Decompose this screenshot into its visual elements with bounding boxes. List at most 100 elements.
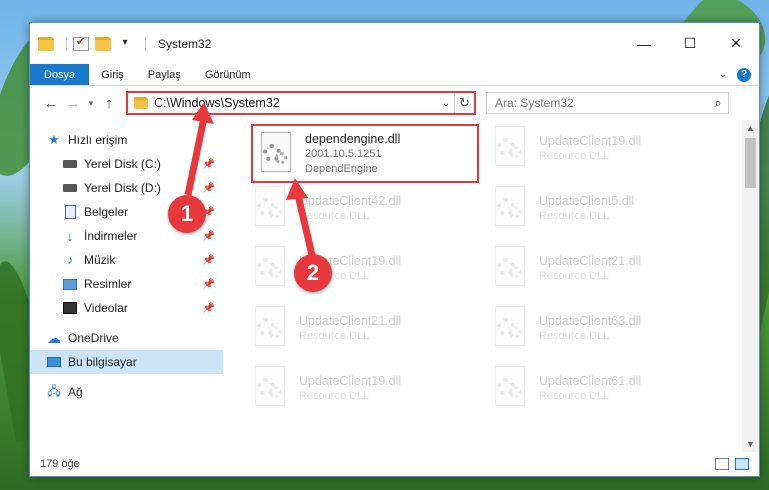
back-button[interactable]: ← bbox=[40, 95, 62, 112]
dll-file-icon bbox=[251, 246, 289, 290]
expand-ribbon-icon[interactable]: ⌄ bbox=[719, 69, 727, 80]
sidebar-item-quick-access[interactable]: ★ Hızlı erişim bbox=[30, 128, 223, 152]
search-input[interactable]: Ara: System32 ⌕ bbox=[486, 92, 729, 114]
title-bar: ▾ System32 — ☐ ✕ bbox=[30, 23, 759, 64]
folder-icon bbox=[38, 36, 54, 51]
file-item[interactable]: UpdateClient19.dll Resource DLL bbox=[251, 240, 491, 296]
file-type: Resource DLL bbox=[299, 389, 370, 402]
scroll-thumb[interactable] bbox=[745, 138, 756, 188]
file-type: Resource DLL bbox=[299, 329, 370, 342]
sidebar-item-network[interactable]: 🖧 Ağ bbox=[30, 380, 223, 404]
computer-icon bbox=[46, 355, 62, 369]
sidebar-item-label: Yerel Disk (C:) bbox=[84, 157, 161, 171]
file-name: UpdateClient61.dll bbox=[539, 373, 642, 388]
address-dropdown-icon[interactable]: ⌄ bbox=[438, 98, 454, 109]
file-type: Resource DLL bbox=[539, 389, 610, 402]
file-name: UpdateClient5.dll bbox=[539, 193, 635, 208]
window-controls: — ☐ ✕ bbox=[621, 23, 759, 64]
file-item-dependengine[interactable]: dependengine.dll 2001.10.5.1251 DependEn… bbox=[251, 124, 479, 183]
sidebar-item-label: Müzik bbox=[84, 253, 116, 267]
address-bar[interactable]: C:\Windows\System32 ⌄ ↻ bbox=[126, 91, 476, 115]
pin-icon: 📌 bbox=[202, 254, 215, 266]
navigation-row: ← → ▾ ↑ C:\Windows\System32 ⌄ ↻ Ara: Sys… bbox=[30, 86, 759, 120]
dll-file-icon bbox=[491, 186, 529, 230]
search-icon[interactable]: ⌕ bbox=[708, 95, 728, 111]
file-description: DependEngine bbox=[305, 162, 378, 175]
recent-locations-icon[interactable]: ▾ bbox=[84, 98, 98, 109]
up-button[interactable]: ↑ bbox=[98, 95, 120, 112]
file-type: Resource DLL bbox=[299, 209, 370, 222]
sidebar-item-label: Resimler bbox=[84, 277, 132, 291]
tab-view[interactable]: Görünüm bbox=[193, 64, 263, 85]
file-item[interactable]: UpdateClient42.dll Resource DLL bbox=[251, 180, 491, 236]
file-type: Resource DLL bbox=[539, 209, 610, 222]
help-icon[interactable]: ? bbox=[737, 67, 751, 82]
new-folder-icon[interactable] bbox=[95, 36, 111, 51]
divider bbox=[145, 36, 146, 51]
file-item[interactable]: UpdateClient19.dll Resource DLL bbox=[491, 120, 731, 176]
dll-file-icon bbox=[491, 366, 529, 410]
sidebar-item-music[interactable]: ♪ Müzik 📌 bbox=[30, 248, 223, 272]
explorer-window: ▾ System32 — ☐ ✕ Dosya Giriş Paylaş Görü… bbox=[29, 22, 760, 477]
file-type: Resource DLL bbox=[539, 149, 610, 162]
file-version: 2001.10.5.1251 bbox=[305, 147, 382, 160]
disk-icon bbox=[62, 181, 78, 195]
address-path[interactable]: C:\Windows\System32 bbox=[154, 96, 438, 110]
file-name: UpdateClient21.dll bbox=[299, 313, 402, 328]
forward-button[interactable]: → bbox=[62, 95, 84, 112]
sidebar-item-disk-c[interactable]: Yerel Disk (C:) 📌 bbox=[30, 152, 223, 176]
tab-file[interactable]: Dosya bbox=[30, 64, 90, 85]
close-button[interactable]: ✕ bbox=[713, 23, 759, 64]
tab-share[interactable]: Paylaş bbox=[136, 64, 193, 85]
minimize-button[interactable]: — bbox=[621, 23, 667, 64]
file-item[interactable]: UpdateClient63.dll Resource DLL bbox=[491, 300, 731, 356]
pin-icon: 📌 bbox=[202, 278, 215, 290]
step-callout-1: 1 bbox=[168, 195, 206, 233]
dll-file-icon bbox=[251, 306, 289, 350]
dll-file-icon bbox=[491, 246, 529, 290]
tab-home[interactable]: Giriş bbox=[89, 64, 136, 85]
vertical-scrollbar[interactable]: ▲ ▼ bbox=[742, 120, 759, 452]
pin-icon: 📌 bbox=[202, 302, 215, 314]
videos-icon bbox=[62, 301, 78, 315]
file-name: UpdateClient42.dll bbox=[299, 193, 402, 208]
pin-icon: 📌 bbox=[202, 182, 215, 194]
music-icon: ♪ bbox=[67, 253, 73, 267]
sidebar-item-label: Belgeler bbox=[84, 205, 129, 219]
network-icon: 🖧 bbox=[47, 383, 61, 398]
sidebar-item-onedrive[interactable]: ☁ OneDrive bbox=[30, 326, 223, 350]
details-view-icon[interactable] bbox=[715, 458, 729, 470]
sidebar-item-videos[interactable]: Videolar 📌 bbox=[30, 296, 223, 320]
divider bbox=[66, 36, 67, 51]
step-callout-2: 2 bbox=[294, 254, 332, 292]
scroll-down-icon[interactable]: ▼ bbox=[742, 436, 759, 452]
maximize-button[interactable]: ☐ bbox=[667, 23, 713, 64]
sidebar-item-label: Yerel Disk (D:) bbox=[84, 181, 161, 195]
properties-icon[interactable] bbox=[73, 35, 89, 51]
refresh-icon[interactable]: ↻ bbox=[454, 93, 474, 113]
search-placeholder[interactable]: Ara: System32 bbox=[495, 96, 708, 110]
file-item[interactable]: UpdateClient19.dll Resource DLL bbox=[251, 360, 491, 416]
file-item[interactable]: UpdateClient21.dll Resource DLL bbox=[491, 240, 731, 296]
file-name: UpdateClient21.dll bbox=[539, 253, 642, 268]
sidebar-item-label: Hızlı erişim bbox=[68, 133, 128, 147]
sidebar-item-label: Ağ bbox=[68, 385, 83, 399]
dll-file-icon bbox=[251, 366, 289, 410]
documents-icon bbox=[62, 205, 78, 219]
status-bar: 179 öğe bbox=[30, 452, 759, 476]
navigation-pane: ★ Hızlı erişim Yerel Disk (C:) 📌 Yerel D… bbox=[30, 120, 223, 452]
file-item[interactable]: UpdateClient5.dll Resource DLL bbox=[491, 180, 731, 236]
sidebar-item-pictures[interactable]: Resimler 📌 bbox=[30, 272, 223, 296]
disk-icon bbox=[62, 157, 78, 171]
large-icons-view-icon[interactable] bbox=[735, 458, 749, 470]
file-item[interactable]: UpdateClient21.dll Resource DLL bbox=[251, 300, 491, 356]
sidebar-item-this-pc[interactable]: Bu bilgisayar bbox=[30, 350, 223, 374]
pin-icon: 📌 bbox=[202, 230, 215, 242]
customize-qat-icon[interactable]: ▾ bbox=[117, 37, 133, 51]
sidebar-item-label: İndirmeler bbox=[84, 229, 138, 243]
file-type: Resource DLL bbox=[539, 269, 610, 282]
window-title: System32 bbox=[158, 36, 212, 51]
file-item[interactable]: UpdateClient61.dll Resource DLL bbox=[491, 360, 731, 416]
sidebar-item-label: Bu bilgisayar bbox=[68, 355, 137, 369]
scroll-up-icon[interactable]: ▲ bbox=[742, 120, 759, 136]
